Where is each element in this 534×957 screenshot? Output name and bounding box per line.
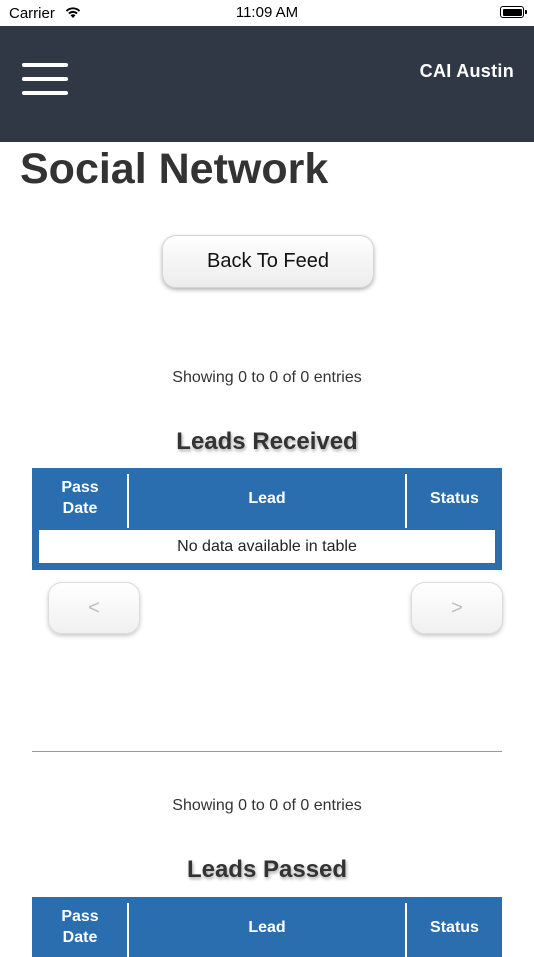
header-title: CAI Austin — [419, 61, 514, 81]
previous-page-button[interactable]: < — [48, 582, 140, 634]
column-header-pass-date[interactable]: Pass Date — [32, 468, 128, 528]
back-to-feed-button[interactable]: Back To Feed — [162, 235, 374, 288]
column-header-status[interactable]: Status — [407, 897, 502, 957]
page-title: Social Network — [20, 145, 329, 193]
section-divider — [32, 751, 502, 752]
leads-passed-title: Leads Passed — [186, 856, 348, 883]
passed-entries-info: Showing 0 to 0 of 0 entries — [172, 797, 362, 814]
empty-table-message: No data available in table — [39, 530, 495, 563]
received-entries-info: Showing 0 to 0 of 0 entries — [172, 369, 362, 386]
column-header-status[interactable]: Status — [407, 468, 502, 528]
leads-received-table: Pass Date Lead Status No data available … — [32, 468, 502, 570]
menu-icon[interactable] — [22, 62, 70, 96]
clock: 11:09 AM — [235, 4, 299, 21]
leads-received-title: Leads Received — [176, 428, 358, 455]
column-header-pass-date[interactable]: Pass Date — [32, 897, 128, 957]
leads-passed-table: Pass Date Lead Status — [32, 897, 502, 957]
battery-icon — [500, 6, 527, 18]
app-header: CAI Austin — [0, 26, 534, 142]
next-page-button[interactable]: > — [411, 582, 503, 634]
status-bar: Carrier 11:09 AM — [0, 0, 534, 26]
column-header-lead[interactable]: Lead — [129, 468, 405, 528]
column-header-lead[interactable]: Lead — [129, 897, 405, 957]
